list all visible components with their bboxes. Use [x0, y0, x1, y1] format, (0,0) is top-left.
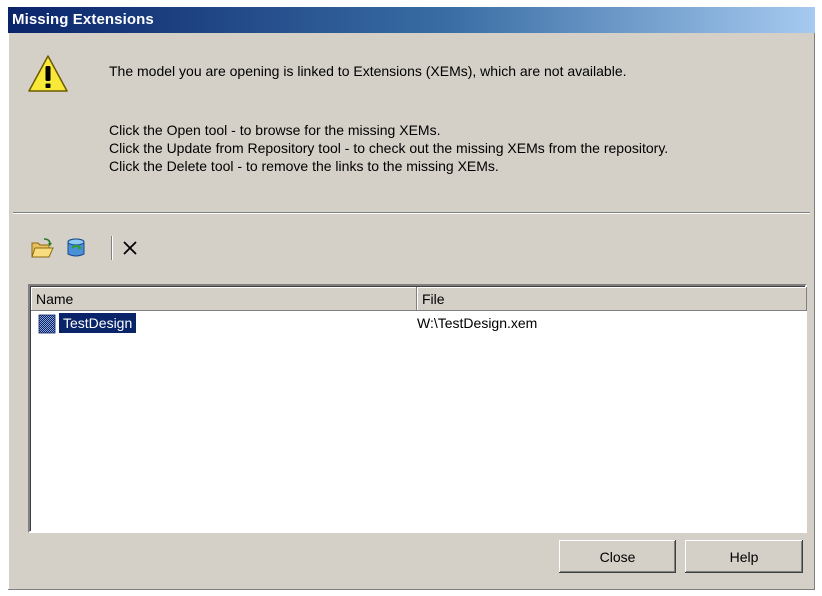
row-file-cell: W:\TestDesign.xem	[417, 315, 538, 331]
column-header-file[interactable]: File	[417, 287, 807, 311]
open-folder-icon[interactable]	[30, 236, 54, 260]
divider	[13, 212, 810, 214]
repository-update-icon[interactable]	[64, 236, 88, 260]
row-name-cell[interactable]: TestDesign	[57, 312, 138, 334]
column-header-name[interactable]: Name	[31, 287, 417, 311]
extension-file-icon	[38, 314, 56, 334]
instruction-update: Click the Update from Repository tool - …	[109, 140, 669, 156]
missing-extensions-dialog: Missing Extensions The model you are ope…	[8, 7, 815, 590]
help-button[interactable]: Help	[685, 540, 803, 573]
window-title: Missing Extensions	[12, 11, 154, 28]
delete-x-icon[interactable]	[118, 236, 142, 260]
main-message: The model you are opening is linked to E…	[109, 63, 627, 79]
close-button[interactable]: Close	[559, 540, 676, 573]
extensions-list[interactable]: Name File TestDesign W:\TestDesign.xem	[28, 284, 807, 533]
instruction-delete: Click the Delete tool - to remove the li…	[109, 158, 499, 174]
instruction-open: Click the Open tool - to browse for the …	[109, 122, 441, 138]
title-bar[interactable]: Missing Extensions	[8, 7, 815, 33]
list-item[interactable]: TestDesign W:\TestDesign.xem	[31, 312, 807, 334]
warning-icon	[28, 55, 68, 92]
toolbar-separator	[111, 236, 113, 260]
